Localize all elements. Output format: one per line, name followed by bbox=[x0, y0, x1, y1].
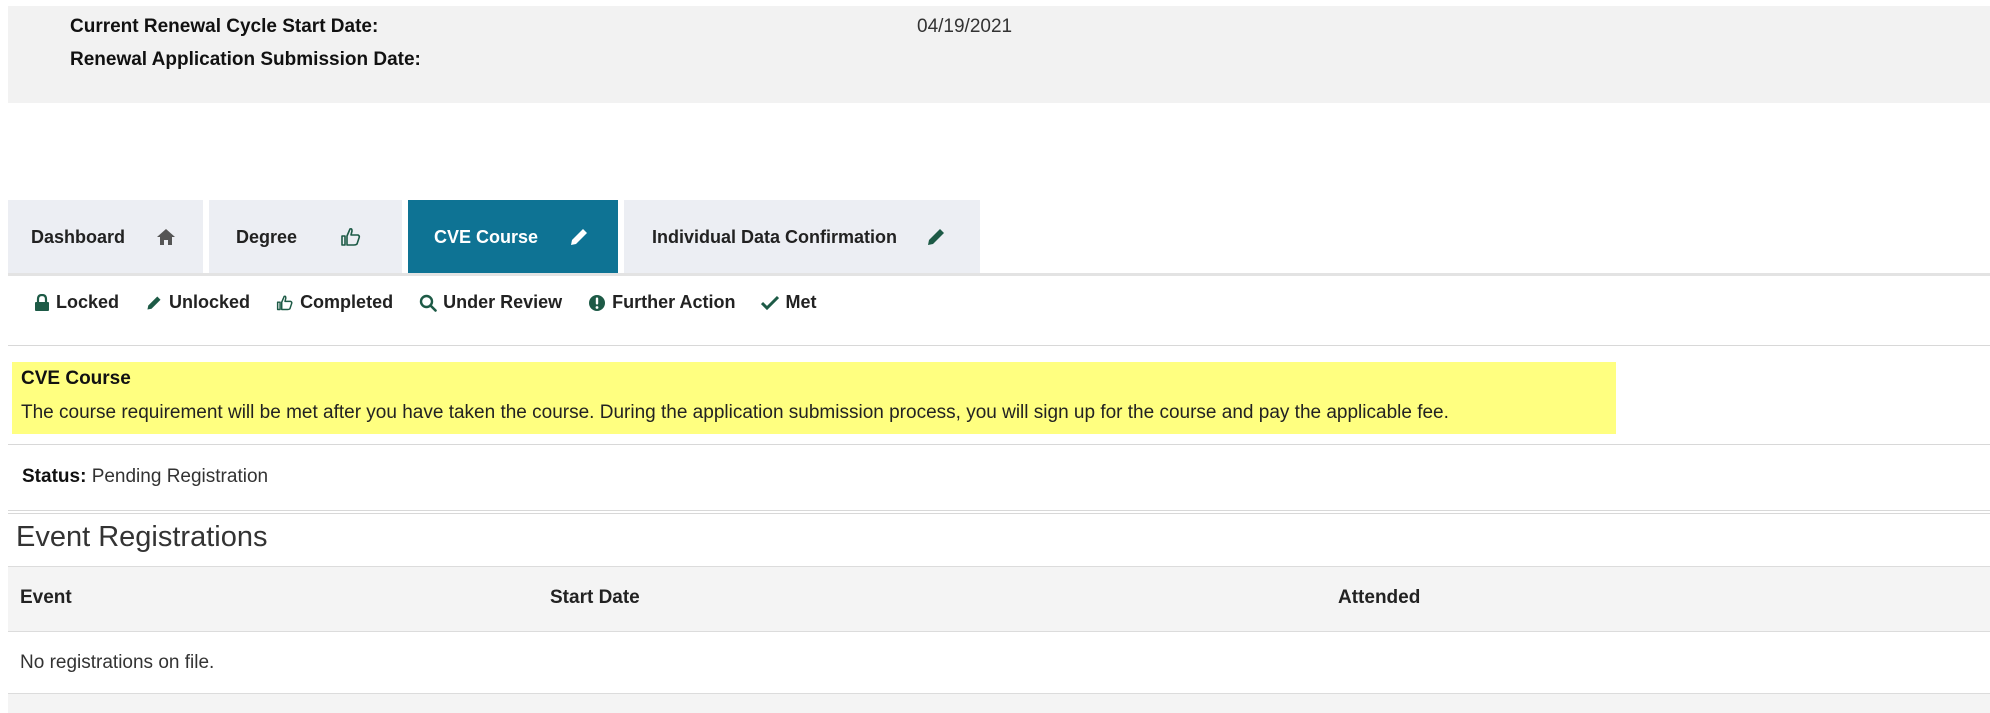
legend-met: Met bbox=[761, 292, 816, 313]
tab-degree[interactable]: Degree bbox=[209, 200, 402, 274]
notice-text: The course requirement will be met after… bbox=[21, 402, 1449, 423]
legend-label: Locked bbox=[56, 292, 120, 312]
tab-individual-data-confirmation[interactable]: Individual Data Confirmation bbox=[624, 200, 980, 274]
tab-label: Degree bbox=[236, 226, 298, 247]
legend-label: Unlocked bbox=[169, 292, 251, 312]
legend-label: Further Action bbox=[612, 292, 736, 312]
lock-icon bbox=[35, 293, 49, 311]
legend-label: Completed bbox=[300, 292, 394, 312]
submission-date-label: Renewal Application Submission Date: bbox=[70, 49, 421, 70]
pencil-icon bbox=[147, 295, 161, 310]
status-value: Pending Registration bbox=[91, 466, 269, 487]
status-label: Status: bbox=[22, 466, 87, 487]
event-registrations-title: Event Registrations bbox=[16, 521, 268, 553]
legend-locked: Locked bbox=[34, 292, 119, 313]
tab-label: Individual Data Confirmation bbox=[652, 226, 898, 247]
notice-title: CVE Course bbox=[21, 368, 131, 389]
legend-further-action: Further Action bbox=[588, 292, 735, 313]
pencil-icon bbox=[925, 226, 947, 248]
home-icon bbox=[155, 227, 177, 247]
exclamation-icon bbox=[589, 294, 606, 311]
cycle-start-value: 04/19/2021 bbox=[917, 16, 1013, 37]
column-header-event: Event bbox=[20, 587, 72, 608]
status-line: Status: Pending Registration bbox=[22, 466, 268, 488]
tab-cve-course[interactable]: CVE Course bbox=[408, 200, 618, 274]
renewal-info-panel: Current Renewal Cycle Start Date: 04/19/… bbox=[8, 6, 1990, 103]
events-empty-message: No registrations on file. bbox=[20, 652, 215, 673]
notice-divider bbox=[8, 444, 1990, 445]
requirement-notice: CVE Course The course requirement will b… bbox=[12, 362, 1616, 434]
status-legend: Locked Unlocked Completed Under Review F… bbox=[34, 292, 842, 313]
pencil-icon bbox=[568, 226, 590, 248]
table-footer bbox=[8, 693, 1990, 713]
tab-label: Dashboard bbox=[31, 226, 126, 247]
thumbs-up-icon bbox=[340, 226, 362, 248]
cycle-start-label: Current Renewal Cycle Start Date: bbox=[70, 16, 379, 37]
status-divider-secondary bbox=[8, 513, 1990, 514]
thumbs-up-icon bbox=[276, 295, 293, 310]
status-divider bbox=[8, 510, 1990, 511]
column-header-attended: Attended bbox=[1338, 587, 1421, 608]
search-icon bbox=[419, 294, 437, 312]
legend-divider bbox=[8, 345, 1990, 346]
legend-label: Met bbox=[785, 292, 817, 312]
requirement-tabs: Dashboard Degree CVE Course Individual D… bbox=[8, 200, 986, 274]
legend-under-review: Under Review bbox=[419, 292, 562, 313]
legend-completed: Completed bbox=[276, 292, 393, 313]
tab-label: CVE Course bbox=[434, 226, 539, 247]
legend-label: Under Review bbox=[443, 292, 563, 312]
events-table-header: Event Start Date Attended bbox=[8, 566, 1990, 632]
tabs-divider bbox=[8, 273, 1990, 276]
column-header-start-date: Start Date bbox=[550, 587, 640, 608]
check-icon bbox=[761, 295, 780, 310]
tab-dashboard[interactable]: Dashboard bbox=[8, 200, 203, 274]
legend-unlocked: Unlocked bbox=[145, 292, 250, 313]
